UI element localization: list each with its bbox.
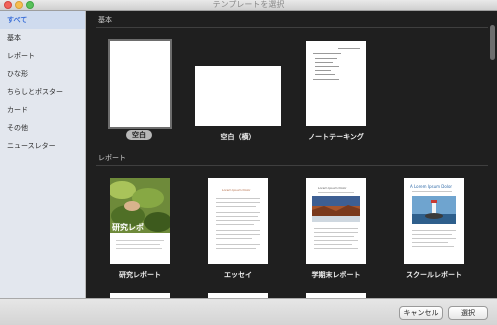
template-chooser-window: テンプレートを選択 すべて 基本 レポート ひな形 ちらしとポスター カード そ…: [0, 0, 497, 325]
cancel-button[interactable]: キャンセル: [399, 306, 443, 320]
template-label-selected: 空白: [126, 130, 152, 140]
section-header-reports: レポート: [98, 154, 126, 162]
dialog-footer: キャンセル 選択: [0, 298, 497, 325]
sidebar-item-newsletters[interactable]: ニュースレター: [0, 137, 85, 155]
sidebar-item-flyers-posters[interactable]: ちらしとポスター: [0, 83, 85, 101]
section-header-basic: 基本: [98, 16, 112, 24]
template-label: エッセイ: [224, 271, 252, 279]
sidebar-item-reports[interactable]: レポート: [0, 47, 85, 65]
template-gallery[interactable]: 基本 空白 空白（横） ノートテーキング レポート 研究レポ 研究レポート Lo…: [86, 11, 497, 298]
section-divider: [96, 165, 488, 166]
template-thumbnail: [306, 41, 366, 126]
template-blank[interactable]: 空白: [108, 39, 172, 144]
thumb-title: A Lorem Ipsum Dolor: [410, 184, 453, 189]
category-sidebar: すべて 基本 レポート ひな形 ちらしとポスター カード その他 ニュースレター: [0, 11, 86, 298]
template-research-report[interactable]: 研究レポ 研究レポート: [108, 178, 172, 283]
sidebar-item-stationery[interactable]: ひな形: [0, 65, 85, 83]
template-note-taking[interactable]: ノートテーキング: [304, 41, 368, 146]
canyon-photo: [312, 196, 360, 222]
template-thumbnail: A Lorem Ipsum Dolor: [404, 178, 464, 264]
template-blank-landscape[interactable]: 空白（横）: [194, 66, 282, 146]
sidebar-item-all[interactable]: すべて: [0, 11, 85, 29]
template-label: 学期末レポート: [311, 271, 361, 279]
thumb-title: 研究レポ: [112, 223, 144, 232]
vertical-scrollbar[interactable]: [490, 25, 495, 60]
section-divider: [96, 27, 488, 28]
template-thumbnail: [110, 41, 170, 127]
thumb-title: Lorem Ipsum Dolor: [318, 186, 347, 190]
template-essay[interactable]: Lorem Ipsum Dolor エッセイ: [206, 178, 270, 283]
template-thumbnail: [195, 66, 281, 126]
template-school-report[interactable]: A Lorem Ipsum Dolor スクールレポート: [402, 178, 466, 283]
template-label: スクールレポート: [406, 271, 462, 279]
template-thumbnail: Lorem Ipsum Dolor: [306, 178, 366, 264]
title-bar: テンプレートを選択: [0, 0, 497, 11]
select-button[interactable]: 選択: [448, 306, 488, 320]
sidebar-item-cards[interactable]: カード: [0, 101, 85, 119]
window-title: テンプレートを選択: [212, 0, 285, 9]
thumb-title: Lorem Ipsum Dolor: [222, 188, 251, 192]
template-thumbnail: Lorem Ipsum Dolor: [208, 178, 268, 264]
sidebar-item-basic[interactable]: 基本: [0, 29, 85, 47]
template-term-paper[interactable]: Lorem Ipsum Dolor 学期末レポート: [304, 178, 368, 283]
sidebar-item-other[interactable]: その他: [0, 119, 85, 137]
template-label: 空白（横）: [220, 133, 256, 141]
template-thumbnail: 研究レポ: [110, 178, 170, 264]
template-label: 研究レポート: [119, 271, 161, 279]
lighthouse-photo: [412, 196, 456, 224]
template-label: ノートテーキング: [308, 133, 364, 141]
